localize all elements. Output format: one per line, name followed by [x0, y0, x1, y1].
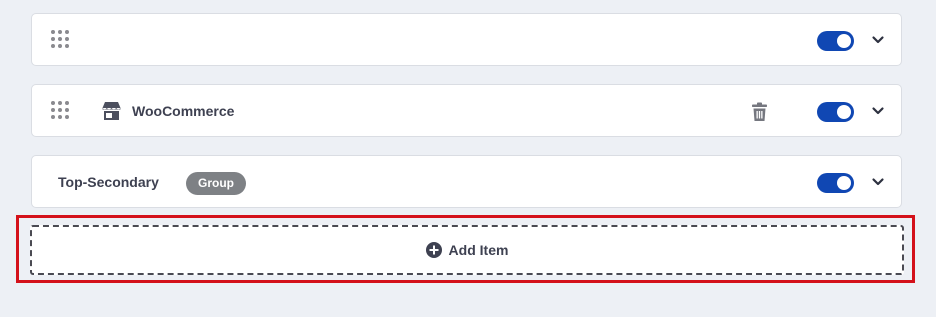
toggle-knob — [837, 105, 851, 119]
group-badge: Group — [186, 172, 246, 195]
toggle-knob — [837, 176, 851, 190]
chevron-down-icon[interactable] — [871, 104, 885, 118]
item-visibility-toggle[interactable] — [817, 102, 854, 122]
group-label: Top-Secondary — [58, 174, 159, 190]
chevron-down-icon[interactable] — [871, 33, 885, 47]
plus-circle-icon — [425, 242, 442, 258]
drag-handle-icon[interactable] — [51, 101, 69, 119]
drag-handle-icon[interactable] — [51, 30, 69, 48]
store-icon — [102, 102, 121, 120]
menu-item-row — [31, 13, 902, 66]
add-item-button[interactable]: Add Item — [30, 225, 904, 275]
item-visibility-toggle[interactable] — [817, 31, 854, 51]
chevron-down-icon[interactable] — [871, 175, 885, 189]
menu-group-row: Top-Secondary Group — [31, 155, 902, 208]
item-label: WooCommerce — [132, 103, 235, 119]
trash-icon[interactable] — [751, 102, 768, 122]
add-item-label: Add Item — [448, 242, 509, 258]
item-visibility-toggle[interactable] — [817, 173, 854, 193]
menu-item-row: WooCommerce — [31, 84, 902, 137]
toggle-knob — [837, 34, 851, 48]
